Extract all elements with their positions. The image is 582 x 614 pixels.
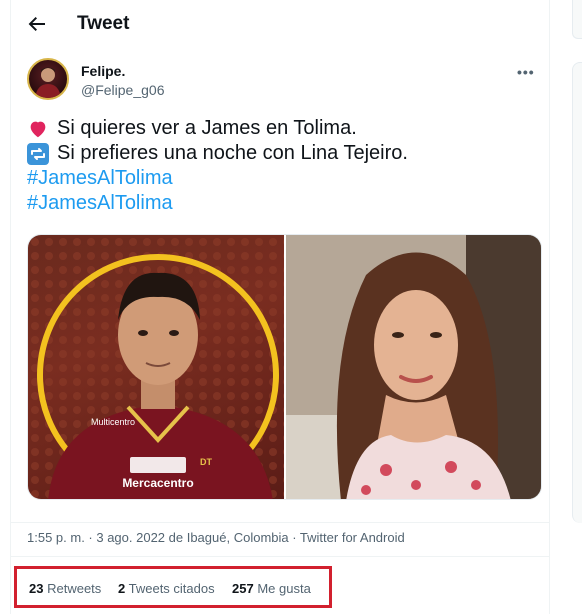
author-handle[interactable]: @Felipe_g06 xyxy=(81,82,165,98)
retweets-label: Retweets xyxy=(47,581,102,596)
quotes-stat[interactable]: 2 Tweets citados xyxy=(118,581,215,596)
more-options-button[interactable]: ••• xyxy=(517,64,535,80)
likes-stat[interactable]: 257 Me gusta xyxy=(232,581,311,596)
right-sidebar-edge xyxy=(572,0,582,614)
player-photo: Mercacentro Multicentro DT xyxy=(28,235,284,499)
likes-count: 257 xyxy=(232,581,254,596)
media-image-right[interactable] xyxy=(286,235,541,499)
quotes-label: Tweets citados xyxy=(128,581,215,596)
shirt-sponsor-top: Multicentro xyxy=(91,417,135,427)
shirt-sponsor: Mercacentro xyxy=(122,476,193,490)
tweet-line-2-text: Si prefieres una noche con Lina Tejeiro. xyxy=(57,142,408,164)
tweet-text: Si quieres ver a James en Tolima. Si pre… xyxy=(27,116,542,216)
sidebar-card xyxy=(572,0,582,39)
hashtag-link[interactable]: #JamesAlTolima xyxy=(27,166,542,191)
avatar-image xyxy=(35,67,61,98)
back-button[interactable] xyxy=(25,12,49,36)
tweet-line-1: Si quieres ver a James en Tolima. xyxy=(27,116,542,141)
author-avatar[interactable] xyxy=(27,58,69,100)
more-horizontal-icon: ••• xyxy=(517,64,535,80)
repeat-emoji-icon xyxy=(27,142,49,165)
sidebar-card xyxy=(572,62,582,523)
tweet-line-1-text: Si quieres ver a James en Tolima. xyxy=(57,117,357,139)
media-image-left[interactable]: Mercacentro Multicentro DT xyxy=(28,235,284,499)
heart-emoji-icon xyxy=(30,121,46,137)
divider xyxy=(11,522,549,523)
tweet-line-2: Si prefieres una noche con Lina Tejeiro. xyxy=(27,141,542,166)
hashtag-2[interactable]: #JamesAlTolima xyxy=(27,191,173,216)
club-badge: DT xyxy=(200,457,212,467)
page-header: Tweet xyxy=(11,0,549,48)
page-title: Tweet xyxy=(77,13,130,34)
tweet-timestamp[interactable]: 1:55 p. m. · 3 ago. 2022 de Ibagué, Colo… xyxy=(27,530,405,545)
hashtag-link[interactable]: #JamesAlTolima xyxy=(27,191,542,216)
woman-photo xyxy=(286,235,541,499)
divider xyxy=(11,556,549,557)
likes-label: Me gusta xyxy=(257,581,311,596)
retweets-stat[interactable]: 23 Retweets xyxy=(29,581,101,596)
author-name[interactable]: Felipe. xyxy=(81,63,125,79)
arrow-left-icon xyxy=(28,17,45,31)
engagement-stats: 23 Retweets 2 Tweets citados 257 Me gust… xyxy=(14,566,332,608)
quotes-count: 2 xyxy=(118,581,126,596)
tweet-media: Mercacentro Multicentro DT xyxy=(27,234,542,500)
hashtag-1[interactable]: #JamesAlTolima xyxy=(27,166,173,191)
tweet-column: Tweet Felipe. @Felipe_g06 ••• Si quieres… xyxy=(10,0,550,614)
retweets-count: 23 xyxy=(29,581,44,596)
